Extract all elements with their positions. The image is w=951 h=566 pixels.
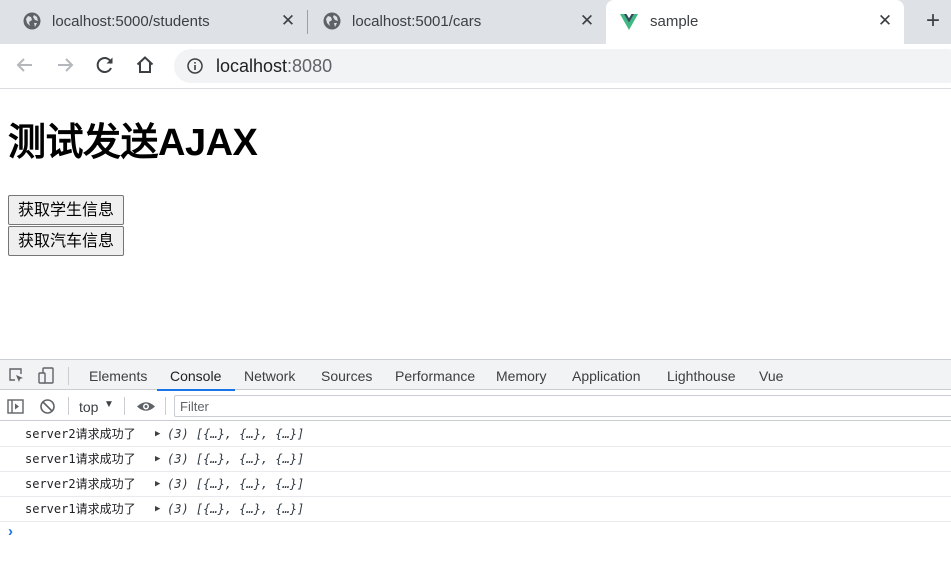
expand-arrow-icon[interactable]: ▶ [155, 447, 160, 472]
toolbar-divider [68, 397, 69, 415]
expand-arrow-icon[interactable]: ▶ [155, 472, 160, 497]
info-icon[interactable] [187, 58, 203, 74]
log-object-preview[interactable]: (3) [{…}, {…}, {…}] [167, 447, 304, 472]
devtools-tab-network[interactable]: Network [244, 360, 295, 390]
devtools-tab-performance[interactable]: Performance [395, 360, 475, 390]
toolbar-divider [124, 397, 125, 415]
log-message: server2请求成功了 [25, 427, 136, 441]
get-students-button[interactable]: 获取学生信息 [8, 195, 125, 225]
tab-cars[interactable]: localhost:5001/cars ✕ [308, 0, 604, 44]
console-log-row: server2请求成功了 ▶ (3) [{…}, {…}, {…}] [0, 472, 951, 497]
new-tab-button[interactable]: + [921, 9, 945, 34]
tab-strip: localhost:5000/students ✕ localhost:5001… [0, 0, 951, 44]
globe-icon [23, 12, 41, 30]
url-port: :8080 [287, 56, 333, 76]
expand-arrow-icon[interactable]: ▶ [155, 497, 160, 522]
close-tab-icon[interactable]: ✕ [278, 11, 298, 31]
log-message: server1请求成功了 [25, 452, 136, 466]
vue-logo-icon [620, 14, 638, 30]
address-url: localhost:8080 [216, 56, 332, 76]
tab-sample[interactable]: sample ✕ [606, 0, 904, 44]
devtools-tab-bar: Elements Console Network Sources Perform… [0, 360, 951, 391]
console-prompt[interactable]: › [8, 522, 13, 542]
back-arrow-icon[interactable] [13, 53, 37, 77]
url-host: localhost [216, 56, 288, 76]
forward-arrow-icon[interactable] [53, 53, 77, 77]
devtools-tab-vue[interactable]: Vue [759, 360, 783, 390]
log-message: server2请求成功了 [25, 477, 136, 491]
toolbar-divider [68, 367, 69, 385]
filter-placeholder: Filter [180, 399, 209, 414]
console-filter-input[interactable]: Filter [174, 395, 951, 417]
devtools-tab-application[interactable]: Application [572, 360, 641, 390]
tab-title: localhost:5001/cars [352, 13, 482, 30]
devtools-tab-lighthouse[interactable]: Lighthouse [667, 360, 736, 390]
devtools-tab-memory[interactable]: Memory [496, 360, 547, 390]
log-object-preview[interactable]: (3) [{…}, {…}, {…}] [167, 472, 304, 497]
expand-arrow-icon[interactable]: ▶ [155, 422, 160, 447]
devtools-tab-elements[interactable]: Elements [89, 360, 147, 390]
dropdown-arrow-icon: ▼ [104, 399, 114, 410]
context-selector[interactable]: top [79, 398, 98, 416]
reload-icon[interactable] [93, 53, 117, 77]
console-log-row: server1请求成功了 ▶ (3) [{…}, {…}, {…}] [0, 497, 951, 522]
tab-title: localhost:5000/students [52, 13, 210, 30]
tab-students[interactable]: localhost:5000/students ✕ [6, 0, 306, 44]
home-icon[interactable] [133, 53, 157, 77]
toolbar-divider [165, 397, 166, 415]
sidebar-toggle-icon[interactable] [7, 398, 24, 415]
globe-icon [323, 12, 341, 30]
devtools-tab-sources[interactable]: Sources [321, 360, 372, 390]
console-log-row: server2请求成功了 ▶ (3) [{…}, {…}, {…}] [0, 422, 951, 447]
address-bar[interactable]: localhost:8080 [174, 49, 951, 83]
clear-console-icon[interactable] [39, 398, 56, 415]
page-title: 测试发送AJAX [8, 122, 258, 164]
close-tab-icon[interactable]: ✕ [875, 11, 895, 31]
devtools-panel: Elements Console Network Sources Perform… [0, 359, 951, 566]
close-tab-icon[interactable]: ✕ [577, 11, 597, 31]
get-cars-button[interactable]: 获取汽车信息 [8, 226, 125, 256]
console-log-row: server1请求成功了 ▶ (3) [{…}, {…}, {…}] [0, 447, 951, 472]
console-toolbar: top ▼ Filter [0, 391, 951, 421]
browser-toolbar: localhost:8080 [0, 44, 951, 89]
devtools-tab-console[interactable]: Console [156, 360, 236, 391]
device-toolbar-icon[interactable] [38, 367, 55, 384]
log-object-preview[interactable]: (3) [{…}, {…}, {…}] [167, 422, 304, 447]
tab-title: sample [650, 13, 699, 30]
inspect-element-icon[interactable] [8, 367, 25, 384]
eye-icon[interactable] [136, 398, 156, 415]
log-object-preview[interactable]: (3) [{…}, {…}, {…}] [167, 497, 304, 522]
log-message: server1请求成功了 [25, 502, 136, 516]
